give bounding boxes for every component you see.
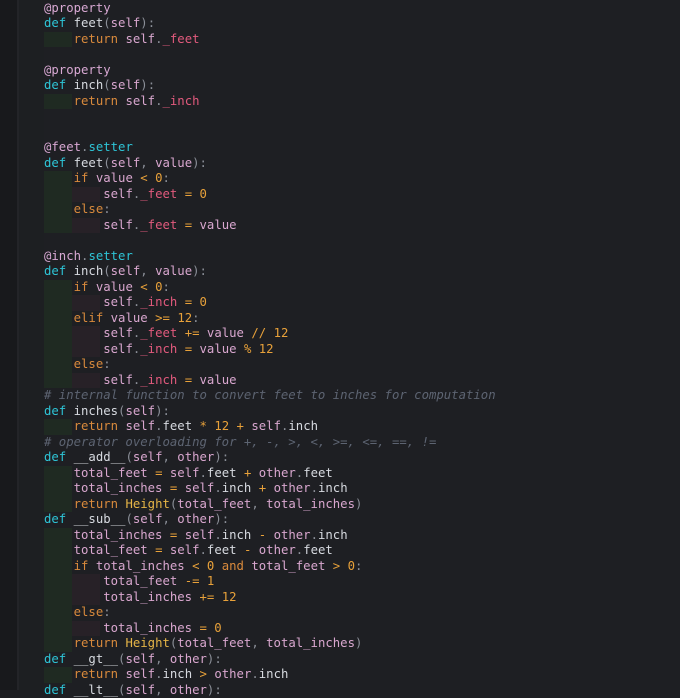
code-line[interactable]: def inches(self): — [44, 404, 170, 420]
code-line[interactable]: @property — [44, 63, 111, 79]
code-line[interactable]: # internal function to convert feet to i… — [44, 388, 496, 404]
code-line[interactable]: total_inches = 0 — [44, 621, 222, 637]
code-line[interactable]: return self._inch — [44, 94, 200, 110]
code-line[interactable]: @feet.setter — [44, 140, 133, 156]
code-line[interactable]: self._inch = value % 12 — [44, 342, 274, 358]
code-line[interactable]: return Height(total_feet, total_inches) — [44, 636, 362, 652]
code-line[interactable]: total_feet = self.feet + other.feet — [44, 466, 333, 482]
code-line[interactable]: def feet(self): — [44, 16, 155, 32]
code-line[interactable]: total_feet = self.feet - other.feet — [44, 543, 333, 559]
code-line[interactable]: @inch.setter — [44, 249, 133, 265]
code-line[interactable]: def inch(self): — [44, 78, 155, 94]
code-line[interactable]: if value < 0: — [44, 280, 170, 296]
code-line[interactable]: return self._feet — [44, 32, 200, 48]
code-line[interactable]: def inch(self, value): — [44, 264, 207, 280]
code-line[interactable]: return self.inch > other.inch — [44, 667, 288, 683]
code-line[interactable]: self._inch = 0 — [44, 295, 207, 311]
code-line[interactable]: total_inches += 12 — [44, 590, 237, 606]
code-line[interactable]: else: — [44, 605, 111, 621]
code-line[interactable]: @property — [44, 1, 111, 17]
code-line[interactable]: self._feet += value // 12 — [44, 326, 288, 342]
code-line[interactable]: if total_inches < 0 and total_feet > 0: — [44, 559, 362, 575]
code-line[interactable]: return Height(total_feet, total_inches) — [44, 497, 362, 513]
code-line[interactable]: return self.feet * 12 + self.inch — [44, 419, 318, 435]
code-line[interactable]: if value < 0: — [44, 171, 170, 187]
code-line[interactable]: def __lt__(self, other): — [44, 683, 222, 698]
code-line[interactable]: def __gt__(self, other): — [44, 652, 222, 668]
code-line[interactable]: self._feet = 0 — [44, 187, 207, 203]
code-line[interactable]: self._feet = value — [44, 218, 237, 234]
code-line[interactable]: else: — [44, 202, 111, 218]
code-line[interactable]: total_inches = self.inch + other.inch — [44, 481, 348, 497]
code-line[interactable]: elif value >= 12: — [44, 311, 200, 327]
code-line[interactable]: def __sub__(self, other): — [44, 512, 229, 528]
code-line[interactable]: total_feet -= 1 — [44, 574, 214, 590]
code-line[interactable]: self._inch = value — [44, 373, 237, 389]
code-line[interactable]: # operator overloading for +, -, >, <, >… — [44, 435, 436, 451]
code-line[interactable]: def feet(self, value): — [44, 156, 207, 172]
code-editor[interactable]: @propertydef feet(self): return self._fe… — [0, 0, 680, 690]
code-line[interactable]: total_inches = self.inch - other.inch — [44, 528, 348, 544]
code-line[interactable]: else: — [44, 357, 111, 373]
code-line[interactable]: def __add__(self, other): — [44, 450, 229, 466]
